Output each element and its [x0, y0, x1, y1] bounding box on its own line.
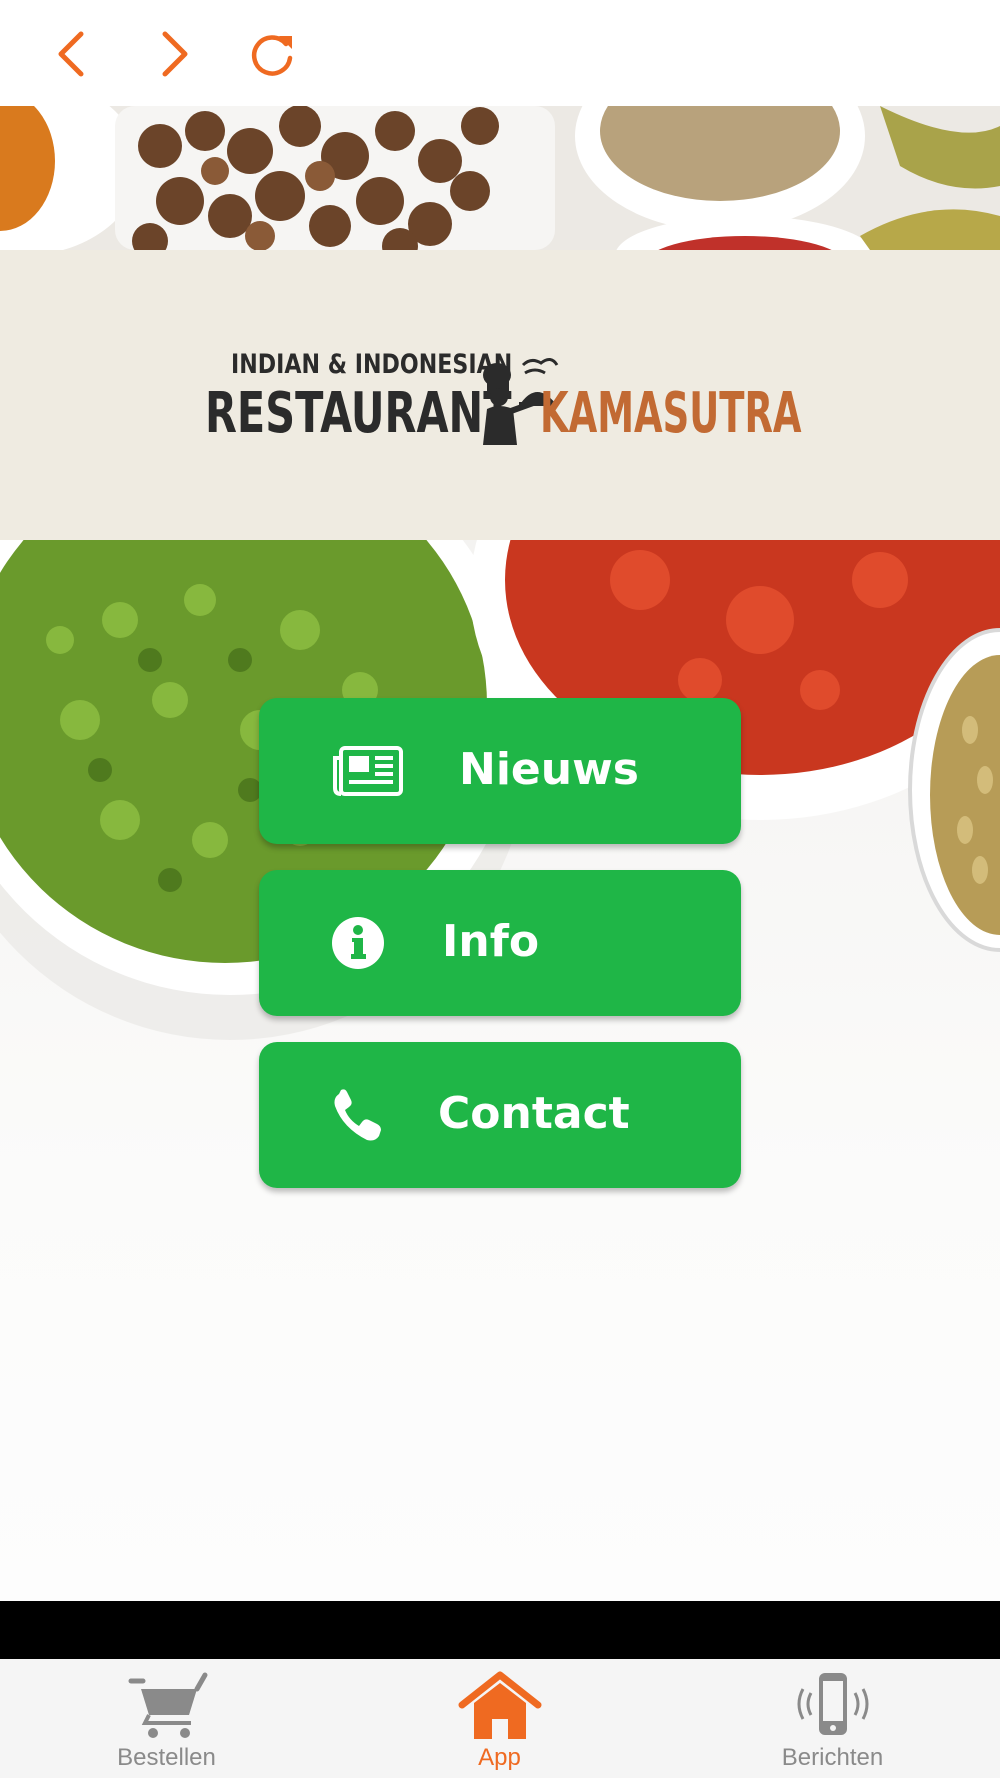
info-button[interactable]: Info — [259, 870, 741, 1016]
home-icon — [458, 1671, 541, 1739]
tab-berichten-label: Berichten — [781, 1744, 884, 1771]
tab-bestellen[interactable]: Bestellen — [0, 1659, 333, 1778]
back-button[interactable] — [41, 22, 105, 86]
chevron-left-icon — [58, 31, 84, 77]
top-navigation-bar — [0, 0, 1000, 106]
cart-icon — [128, 1672, 207, 1738]
contact-button-label: Contact — [438, 1088, 630, 1139]
contact-button[interactable]: Contact — [259, 1042, 741, 1188]
info-button-label: Info — [442, 916, 540, 967]
tab-berichten[interactable]: Berichten — [666, 1659, 999, 1778]
bottom-tab-bar: Bestellen App Berichten — [0, 1659, 1000, 1778]
phone-icon — [334, 1089, 381, 1141]
spice-photo-banner — [0, 106, 1000, 250]
reload-icon — [251, 35, 293, 76]
newspaper-icon — [333, 746, 403, 796]
news-button-label: Nieuws — [459, 744, 639, 795]
chevron-right-icon — [162, 31, 188, 77]
tab-bestellen-label: Bestellen — [117, 1744, 216, 1771]
restaurant-logo: INDIAN & INDONESIAN RESTAURANT KAMASUTRA — [205, 345, 802, 446]
news-button[interactable]: Nieuws — [259, 698, 741, 844]
forward-button[interactable] — [141, 22, 205, 86]
phone-vibrate-icon — [797, 1673, 868, 1735]
black-divider — [0, 1601, 1000, 1659]
logo-line-3: KAMASUTRA — [540, 381, 802, 446]
info-icon — [332, 917, 384, 969]
tab-app-label: App — [478, 1744, 521, 1771]
tab-app[interactable]: App — [333, 1659, 666, 1778]
reload-button[interactable] — [242, 22, 306, 86]
